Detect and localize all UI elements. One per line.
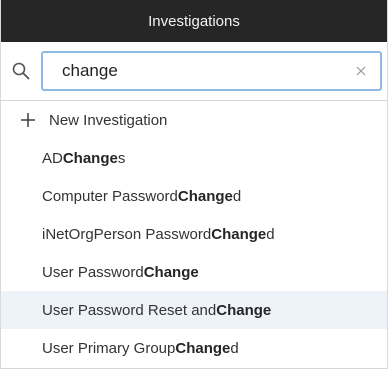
item-text-post: s [117,149,126,167]
item-text-pre: User Password Reset and [42,301,217,319]
item-text-post: d [266,225,275,243]
item-text-post: d [232,187,242,205]
item-text-post: d [230,339,239,357]
item-text-pre: AD [42,149,63,167]
search-row [1,42,387,101]
list-item[interactable]: iNetOrgPerson Password Change d [1,215,387,253]
item-match: Change [143,263,199,281]
item-text-pre: User Password [42,263,144,281]
search-box [41,51,382,91]
list-item[interactable]: Computer Password Change d [1,177,387,215]
results-list: New Investigation AD Change s Computer Pa… [1,101,387,367]
item-match: Change [211,225,267,243]
list-item[interactable]: User Primary Group Change d [1,329,387,367]
new-investigation-label: New Investigation [49,111,168,129]
new-investigation-button[interactable]: New Investigation [1,101,387,139]
list-item[interactable]: User Password Change [1,253,387,291]
item-match: Change [62,149,118,167]
investigations-panel: Investigations change New Investigation … [0,0,388,369]
clear-icon[interactable] [354,64,368,78]
search-icon [1,42,41,101]
item-text-pre: iNetOrgPerson Password [42,225,212,243]
item-match: Change [216,301,272,319]
item-text-pre: Computer Password [42,187,178,205]
item-match: Change [177,187,233,205]
panel-title: Investigations [148,12,240,30]
list-item-highlighted[interactable]: User Password Reset and Change [1,291,387,329]
panel-header: Investigations [1,0,387,42]
list-item[interactable]: AD Change s [1,139,387,177]
item-text-pre: User Primary Group [42,339,176,357]
plus-icon [19,111,37,129]
search-input[interactable] [43,56,342,86]
item-match: Change [175,339,231,357]
